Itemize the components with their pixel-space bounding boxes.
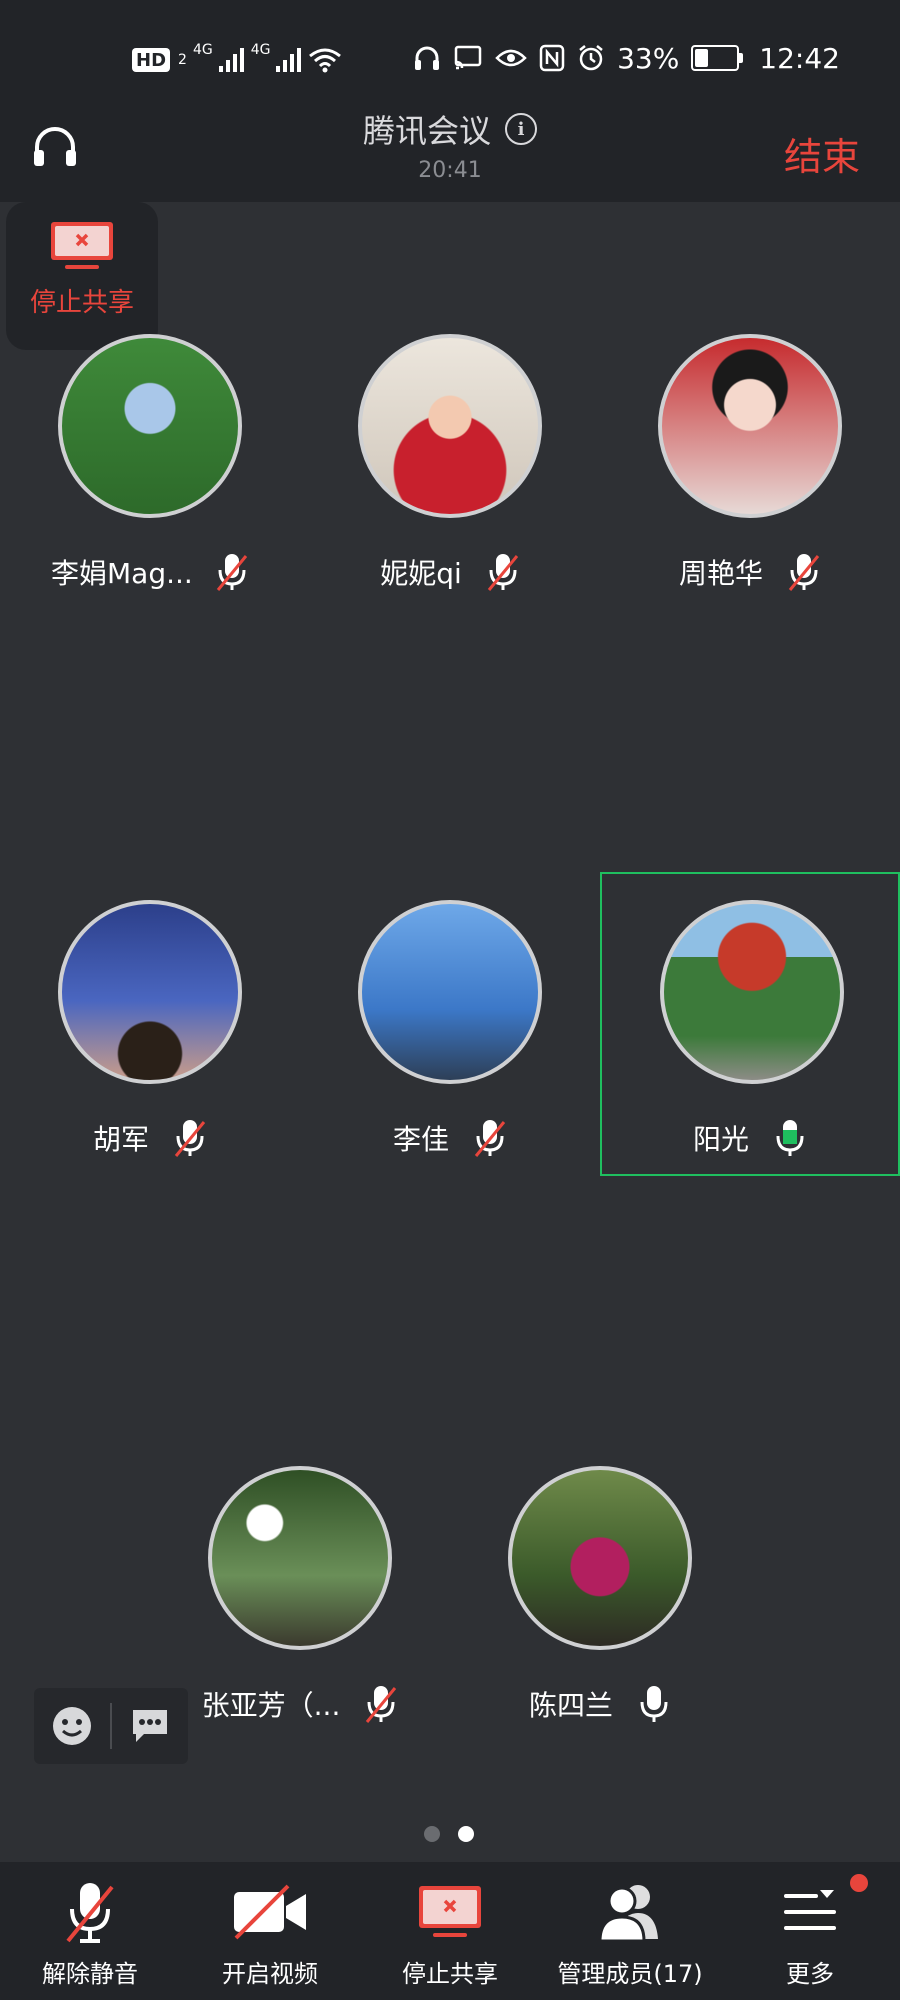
battery-icon [691,45,744,71]
battery-level [695,49,709,67]
signal-icon-1 [218,48,244,72]
more-label: 更多 [786,1960,834,1988]
bottom-toolbar: 解除静音 开启视频 停止共享 管理成员(17) 更多 [0,1862,900,2000]
avatar [508,1466,692,1650]
hd-sub-label: 2 [178,52,187,68]
network-label-2: 4G [250,42,271,58]
avatar [358,900,542,1084]
status-bar: HD 2 4G 4G 33% 12:42 [0,0,900,100]
participant-tile[interactable]: 阳光 [600,872,900,1176]
menu-icon [720,1874,900,1950]
participant-tile[interactable]: 胡军 [0,874,300,1174]
participant-name: 阳光 [692,1123,749,1156]
avatar [358,334,542,518]
chat-icon [133,1710,167,1742]
cast-icon [454,45,482,70]
mic-muted-icon [366,1686,397,1723]
participant-tile[interactable]: 周艳华 [600,308,900,608]
participant-name: 胡军 [92,1123,149,1156]
participant-name-row: 胡军 [0,1116,300,1160]
participant-name: 妮妮qi [380,557,462,590]
mic-muted-icon [788,554,820,591]
hd-voice-icon: HD [132,48,171,72]
battery-percent: 33% [617,41,680,75]
page-indicator [424,1826,474,1842]
meeting-header: 腾讯会议 i 20:41 结束 [0,100,900,202]
start-video-label: 开启视频 [222,1960,318,1988]
participant-name-row: 李佳 [300,1116,600,1160]
participant-name: 周艳华 [678,557,763,590]
status-left: HD 2 4G 4G [132,40,342,80]
nfc-icon [539,44,565,72]
status-right: 33% 12:42 [413,38,840,78]
info-icon[interactable]: i [505,113,537,145]
meeting-title-row: 腾讯会议 i [363,106,537,152]
mic-muted-icon [216,554,248,591]
participant-name-row: 妮妮qi [300,550,600,594]
avatar [660,900,844,1084]
network-label-1: 4G [192,42,213,58]
reaction-chat-box [34,1688,188,1764]
members-icon [540,1874,720,1950]
participant-tile[interactable]: 李佳 [300,874,600,1174]
emoji-button[interactable] [34,1688,110,1764]
stop-share-label: 停止共享 [402,1960,498,1988]
avatar [658,334,842,518]
video-off-icon [180,1874,360,1950]
participant-name: 李佳 [392,1123,449,1156]
eye-icon [495,49,527,67]
participant-tile[interactable]: 妮妮qi [300,308,600,608]
meeting-timer: 20:41 [418,158,482,183]
stop-share-button[interactable]: 停止共享 [360,1862,540,2000]
participant-tile[interactable]: 陈四兰 [450,1440,750,1740]
more-button[interactable]: 更多 [720,1862,900,2000]
participant-name: 张亚芳（... [201,1689,341,1722]
wifi-icon [309,48,342,73]
stop-share-toolbar-icon [360,1874,540,1950]
participant-tile[interactable]: 张亚芳（... [150,1440,450,1740]
start-video-button[interactable]: 开启视频 [180,1862,360,2000]
mic-muted-icon [174,1120,206,1157]
stop-share-icon [6,220,158,276]
participant-name-row: 李娟Mag... [0,550,300,594]
chat-button[interactable] [112,1688,188,1764]
meeting-title: 腾讯会议 [362,112,491,150]
mic-muted-icon [487,554,518,591]
notification-badge [848,1872,870,1894]
mic-muted-icon [0,1874,180,1950]
participant-name: 李娟Mag... [51,557,191,590]
mic-muted-icon [474,1120,506,1157]
participant-name-row: 周艳华 [600,550,900,594]
manage-members-button[interactable]: 管理成员(17) [540,1862,720,2000]
participant-name-row: 阳光 [602,1116,898,1160]
mic-speaking-icon [776,1120,804,1156]
headphones-icon [415,46,440,70]
manage-members-label: 管理成员(17) [557,1960,703,1988]
hd-label: HD [136,49,167,71]
avatar [58,334,242,518]
participant-tile[interactable]: 李娟Mag... [0,308,300,608]
unmute-button[interactable]: 解除静音 [0,1862,180,2000]
page-dot-2[interactable] [458,1826,474,1842]
participant-name-row: 陈四兰 [450,1682,750,1726]
avatar [208,1466,392,1650]
mic-icon [640,1686,668,1722]
meeting-screen: HD 2 4G 4G 33% 12:42 腾讯会议 i 20:41 结束 停止共… [0,0,900,2000]
end-meeting-button[interactable]: 结束 [784,126,860,181]
signal-icon-2 [276,48,302,72]
participant-name: 陈四兰 [528,1689,613,1722]
emoji-icon [53,1707,91,1745]
avatar [58,900,242,1084]
participant-name-row: 张亚芳（... [150,1682,450,1726]
clock: 12:42 [759,41,840,75]
page-dot-1[interactable] [424,1826,440,1842]
unmute-label: 解除静音 [42,1960,138,1988]
alarm-icon [579,45,603,71]
title-block: 腾讯会议 i 20:41 [0,106,900,183]
